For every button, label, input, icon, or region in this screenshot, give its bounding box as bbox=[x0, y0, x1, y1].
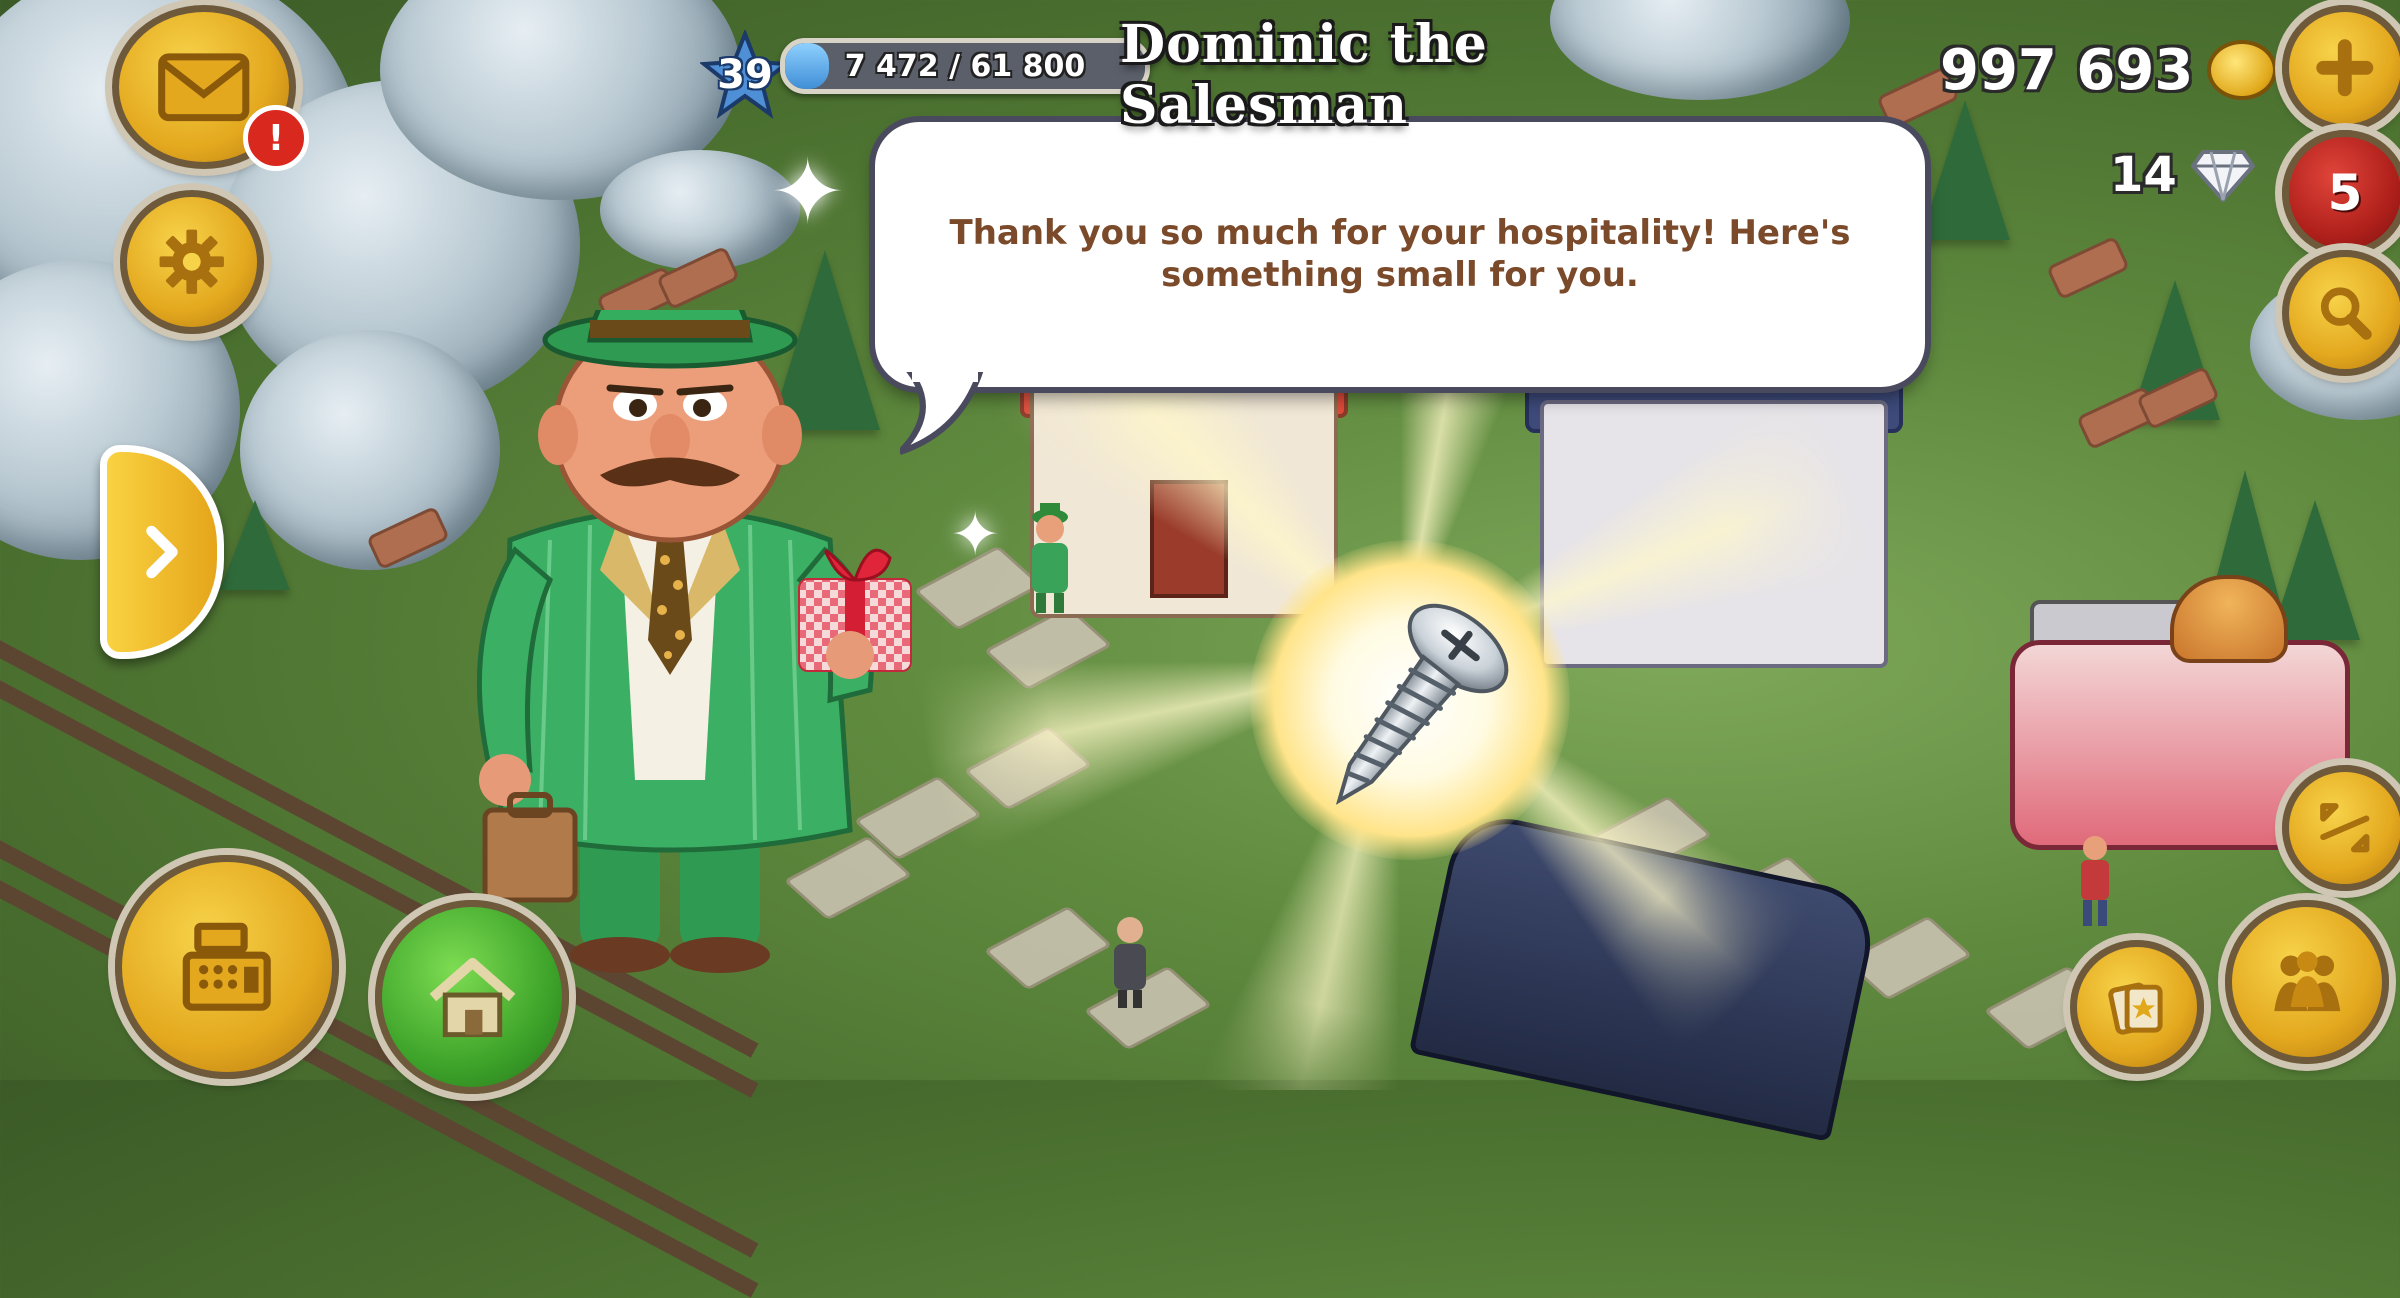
home-button[interactable] bbox=[375, 900, 569, 1094]
coins-amount: 997 693 bbox=[1940, 37, 2194, 103]
magnifier-icon bbox=[2321, 287, 2372, 340]
plus-icon bbox=[2316, 39, 2374, 97]
player-level-badge[interactable]: 39 bbox=[700, 30, 790, 120]
red-button-count: 5 bbox=[2327, 164, 2363, 222]
mail-alert-badge: ! bbox=[243, 105, 309, 171]
player-level: 39 bbox=[717, 52, 773, 98]
expand-arrows-icon bbox=[2320, 803, 2370, 853]
dialog-speaker-name: Dominic the Salesman bbox=[1120, 14, 1488, 136]
pine-tree bbox=[220, 500, 290, 590]
cash-register-icon bbox=[182, 922, 272, 1012]
pine-tree bbox=[1920, 100, 2010, 240]
sparkle-icon: ✦ bbox=[770, 140, 846, 245]
settings-button[interactable] bbox=[120, 190, 264, 334]
expand-view-button[interactable] bbox=[2282, 765, 2400, 891]
brick-fence bbox=[2045, 235, 2131, 301]
red-counter-button[interactable]: 5 bbox=[2282, 130, 2400, 256]
collection-button[interactable] bbox=[2070, 940, 2204, 1074]
gear-icon bbox=[159, 229, 225, 295]
diamonds-amount: 14 bbox=[2110, 147, 2177, 203]
shop-cash-register-button[interactable] bbox=[115, 855, 339, 1079]
envelope-icon bbox=[158, 53, 250, 121]
coins-counter[interactable]: 997 693 bbox=[1940, 30, 2278, 110]
search-button[interactable] bbox=[2282, 250, 2400, 376]
people-icon bbox=[2274, 951, 2340, 1011]
sparkle-icon: ✦ bbox=[950, 500, 1001, 570]
experience-bar[interactable]: 7 472 / 61 800 bbox=[780, 38, 1150, 94]
experience-text: 7 472 / 61 800 bbox=[844, 48, 1086, 84]
friends-button[interactable] bbox=[2225, 900, 2389, 1064]
add-currency-button[interactable] bbox=[2282, 5, 2400, 131]
diamonds-counter[interactable]: 14 bbox=[2110, 140, 2255, 210]
diamond-icon bbox=[2190, 150, 2255, 202]
house-icon bbox=[429, 957, 515, 1037]
dialog-speech-bubble[interactable]: Thank you so much for your hospitality! … bbox=[875, 122, 1925, 387]
dominic-salesman-character bbox=[476, 310, 912, 973]
cards-star-icon bbox=[2108, 982, 2163, 1035]
dialog-message: Thank you so much for your hospitality! … bbox=[949, 213, 1851, 295]
villager-npc[interactable] bbox=[2070, 830, 2120, 930]
speech-bubble-tail bbox=[900, 372, 984, 455]
coin-icon bbox=[2207, 40, 2278, 100]
chevron-right-icon bbox=[146, 525, 178, 579]
